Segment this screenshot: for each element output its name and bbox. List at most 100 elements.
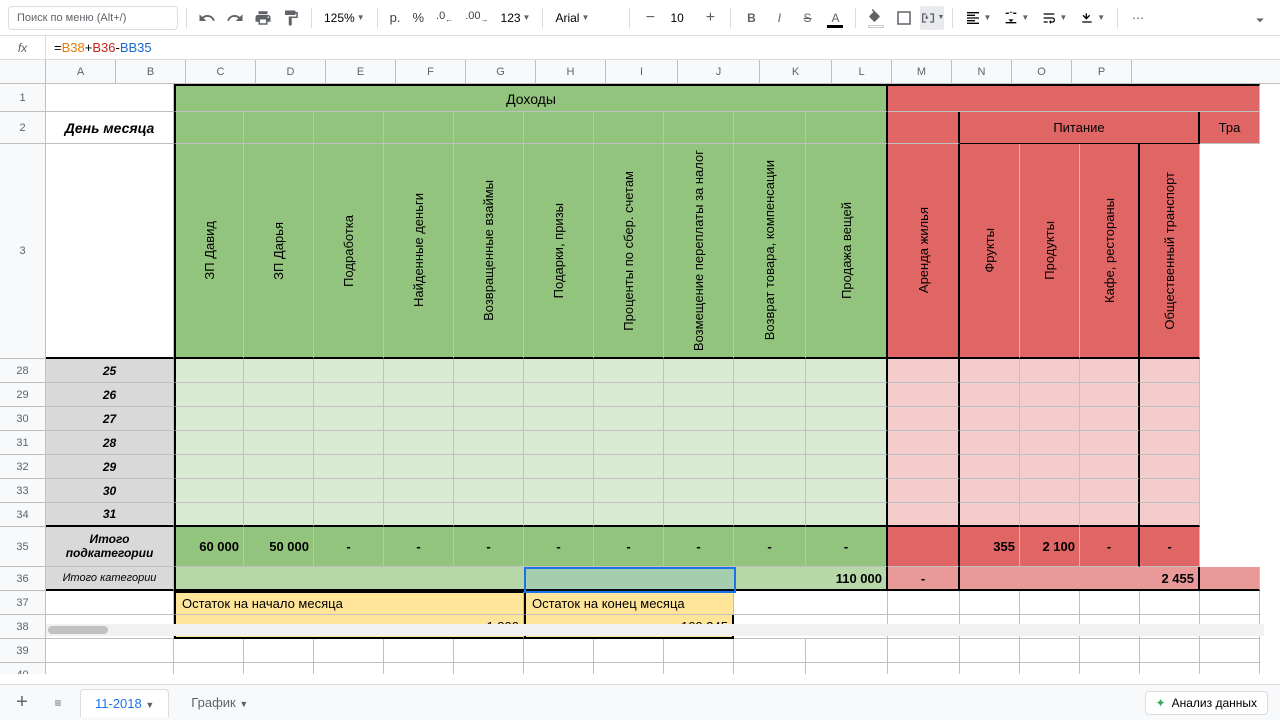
rotate-icon[interactable]: ▼	[1075, 10, 1109, 26]
row-header-1[interactable]: 1	[0, 84, 46, 112]
food-header: Питание	[960, 112, 1200, 144]
row-header-31[interactable]: 31	[0, 431, 46, 455]
income-col-label: ЗП Дарья	[271, 222, 286, 280]
row-header-2[interactable]: 2	[0, 112, 46, 144]
sheet-tab-inactive[interactable]: График ▼	[177, 689, 262, 716]
day-cell: 28	[46, 431, 174, 455]
income-col-label: Продажа вещей	[839, 202, 854, 299]
sheet-tab-active[interactable]: 11-2018 ▼	[80, 689, 169, 717]
day-cell: 25	[46, 359, 174, 383]
col-header-I[interactable]: I	[606, 60, 678, 83]
col-header-N[interactable]: N	[952, 60, 1012, 83]
row-header-28[interactable]: 28	[0, 359, 46, 383]
income-col-label: ЗП Давид	[202, 221, 217, 280]
col-header-L[interactable]: L	[832, 60, 892, 83]
expense-col-label: Общественный транспорт	[1162, 172, 1177, 330]
row-header-37[interactable]: 37	[0, 591, 46, 615]
row-header-34[interactable]: 34	[0, 503, 46, 527]
cells-area[interactable]: Доходы День месяца Питание Тра ЗП ДавидЗ…	[46, 84, 1280, 674]
row-header-33[interactable]: 33	[0, 479, 46, 503]
expense-subtotal	[888, 527, 960, 567]
merge-icon[interactable]: ▼	[920, 6, 944, 30]
income-col-label: Подарки, призы	[551, 203, 566, 298]
col-header-H[interactable]: H	[536, 60, 606, 83]
analyze-data-button[interactable]: ✦Анализ данных	[1145, 691, 1268, 715]
add-sheet-button[interactable]: +	[8, 689, 36, 717]
decrease-decimal[interactable]: .0←	[432, 10, 457, 24]
row-header-40[interactable]: 40	[0, 663, 46, 674]
font-size[interactable]: 10	[666, 11, 694, 25]
income-subtotal: -	[454, 527, 524, 567]
formula-input[interactable]: =B38+B36-BB35	[46, 40, 1280, 55]
row-header-38[interactable]: 38	[0, 615, 46, 639]
day-cell: 31	[46, 503, 174, 527]
currency-format[interactable]: р.	[386, 10, 405, 25]
more-icon[interactable]: ⋯	[1126, 6, 1150, 30]
income-subtotal: -	[664, 527, 734, 567]
col-header-G[interactable]: G	[466, 60, 536, 83]
balance-end-label: Остаток на конец месяца	[524, 591, 734, 615]
percent-format[interactable]: %	[408, 10, 428, 25]
day-cell: 30	[46, 479, 174, 503]
col-header-E[interactable]: E	[326, 60, 396, 83]
spreadsheet: ABCDEFGHIJKLMNOP 12328293031323334353637…	[0, 60, 1280, 674]
font-size-dec[interactable]: −	[638, 6, 662, 30]
income-grand: 110 000	[174, 567, 888, 591]
col-header-M[interactable]: M	[892, 60, 952, 83]
borders-icon[interactable]	[892, 6, 916, 30]
day-cell: 29	[46, 455, 174, 479]
income-subtotal: -	[384, 527, 454, 567]
halign-icon[interactable]: ▼	[961, 10, 995, 26]
font-select[interactable]: Arial▼	[551, 11, 621, 25]
col-header-O[interactable]: O	[1012, 60, 1072, 83]
row-header-29[interactable]: 29	[0, 383, 46, 407]
toolbar: Поиск по меню (Alt+/) 125%▼ р. % .0← .00…	[0, 0, 1280, 36]
paint-format-icon[interactable]	[279, 6, 303, 30]
col-header-P[interactable]: P	[1072, 60, 1132, 83]
valign-icon[interactable]: ▼	[999, 10, 1033, 26]
col-header-A[interactable]: A	[46, 60, 116, 83]
expense-food-total: 2 455	[960, 567, 1200, 591]
expense-subtotal: -	[1080, 527, 1140, 567]
select-all-corner[interactable]	[0, 60, 46, 83]
wrap-icon[interactable]: ▼	[1037, 10, 1071, 26]
row-header-35[interactable]: 35	[0, 527, 46, 567]
increase-decimal[interactable]: .00→	[461, 10, 492, 24]
redo-icon[interactable]	[223, 6, 247, 30]
row-header-30[interactable]: 30	[0, 407, 46, 431]
col-header-B[interactable]: B	[116, 60, 186, 83]
number-format[interactable]: 123▼	[497, 11, 535, 25]
day-cell: 27	[46, 407, 174, 431]
zoom-select[interactable]: 125%▼	[320, 11, 369, 25]
col-header-C[interactable]: C	[186, 60, 256, 83]
col-header-J[interactable]: J	[678, 60, 760, 83]
row-header-39[interactable]: 39	[0, 639, 46, 663]
horizontal-scrollbar[interactable]	[46, 624, 1264, 636]
row-headers: 1232829303132333435363738394041	[0, 84, 46, 674]
income-col-label: Проценты по сбер. счетам	[621, 171, 636, 331]
income-subtotal: -	[594, 527, 664, 567]
all-sheets-button[interactable]: ≡	[44, 689, 72, 717]
income-col-label: Возвращенные взаймы	[481, 180, 496, 321]
day-cell: 26	[46, 383, 174, 407]
text-color-icon[interactable]: A	[823, 6, 847, 30]
income-subtotal: -	[524, 527, 594, 567]
fill-color-icon[interactable]	[864, 6, 888, 30]
strike-icon[interactable]: S	[795, 6, 819, 30]
italic-icon[interactable]: I	[767, 6, 791, 30]
expense-rent-total: -	[888, 567, 960, 591]
income-subtotal: -	[806, 527, 888, 567]
col-header-D[interactable]: D	[256, 60, 326, 83]
undo-icon[interactable]	[195, 6, 219, 30]
row-header-32[interactable]: 32	[0, 455, 46, 479]
bold-icon[interactable]: B	[739, 6, 763, 30]
menu-search[interactable]: Поиск по меню (Alt+/)	[8, 6, 178, 30]
income-subtotal: -	[734, 527, 806, 567]
col-header-F[interactable]: F	[396, 60, 466, 83]
expand-toolbar-icon[interactable]	[1248, 8, 1272, 32]
print-icon[interactable]	[251, 6, 275, 30]
row-header-3[interactable]: 3	[0, 144, 46, 359]
font-size-inc[interactable]: +	[698, 6, 722, 30]
row-header-36[interactable]: 36	[0, 567, 46, 591]
col-header-K[interactable]: K	[760, 60, 832, 83]
